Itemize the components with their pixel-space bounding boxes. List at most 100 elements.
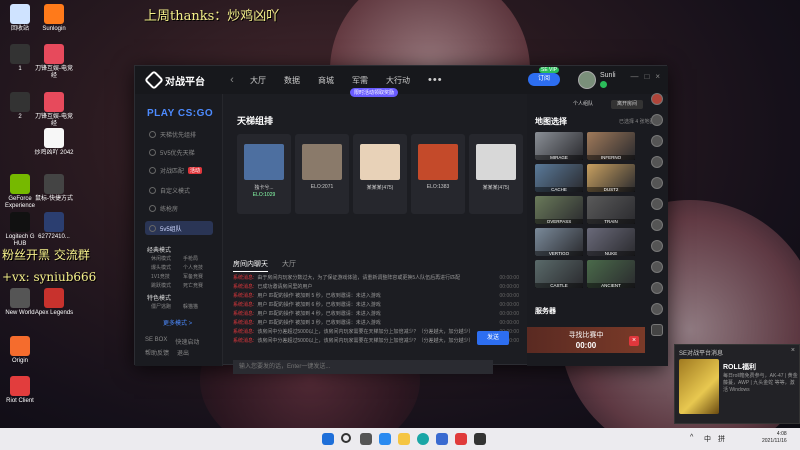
player-card[interactable]: 独卡兮... ELO:1029 [237,134,291,214]
close-icon[interactable]: × [791,347,795,354]
player-card[interactable]: 某某某(475) [353,134,407,214]
desktop-icon[interactable]: Origin [0,336,40,365]
se-box-button[interactable]: SE BOX [145,337,167,346]
friend-avatar[interactable] [651,135,663,147]
widgets-icon[interactable] [379,433,391,445]
more-modes-link[interactable]: 更多模式 > [163,318,192,327]
desktop-icon[interactable]: 刀锋互娱-电竞经 [34,92,74,128]
chat-input[interactable] [233,360,493,374]
tray-expand-icon[interactable]: ^ [690,434,693,441]
sidebar-item-5v5-team[interactable]: 5v5组队 [145,221,213,235]
friend-avatar[interactable] [651,303,663,315]
input-lang[interactable]: 中 [704,434,711,444]
search-icon[interactable] [341,433,351,443]
windows-start-icon[interactable] [322,433,334,445]
sidebar-item-match[interactable]: 对战匹配 活动 [145,163,213,177]
map-tile[interactable]: CACHE [535,164,583,192]
send-button[interactable]: 发送 [477,331,509,345]
tab-room-chat[interactable]: 房间内聊天 [233,259,268,272]
server-title[interactable]: 服务器 [535,306,556,316]
vip-subscribe-button[interactable]: 订阅 [528,73,560,86]
exit-button[interactable]: 退出 [177,348,189,357]
map-tile[interactable]: OVERPASS [535,196,583,224]
mode-icon [149,204,156,212]
leave-room-button[interactable]: 离开房间 [611,100,643,109]
help-button[interactable]: 帮助反馈 [145,348,169,357]
desktop-app-icon [10,174,30,194]
sidebar-item-practice[interactable]: 练枪房 [145,201,213,215]
friend-avatar[interactable] [651,240,663,252]
friend-avatar[interactable] [651,261,663,273]
friend-avatar[interactable] [651,177,663,189]
nav-more-icon[interactable]: ••• [419,74,452,86]
friend-avatar[interactable] [651,156,663,168]
mode-link[interactable]: 个人竞技 [183,264,215,271]
friend-avatar[interactable] [651,219,663,231]
minimize-icon[interactable]: — [630,72,638,81]
nav-tab-supply[interactable]: 军需 [343,75,377,86]
map-tile[interactable]: CASTLE [535,260,583,288]
toast-notification[interactable]: SE对战平台消息 × ROLL福利 每日roll箱免费参与，AK-47 | 黄金… [674,344,800,424]
map-tile[interactable]: INFERNO [587,132,635,160]
player-card[interactable]: ELO:2071 [295,134,349,214]
mode-link[interactable]: 1V1竞技 [151,273,183,280]
map-tile[interactable]: NUKE [587,228,635,256]
friend-avatar[interactable] [651,198,663,210]
clock[interactable]: 4:08 2021/11/16 [762,431,787,445]
sidebar-item-custom[interactable]: 自定义模式 [145,183,213,197]
nav-tab-lobby[interactable]: 大厅 [241,75,275,86]
desktop-icon[interactable]: 62772410... [34,212,74,241]
app-logo[interactable]: 对战平台 [135,66,223,94]
sidebar-item-5v5-ladder[interactable]: 5V5优先天梯 [145,145,213,159]
player-card[interactable]: ELO:1383 [411,134,465,214]
user-avatar[interactable] [578,71,596,89]
desktop-icon[interactable]: 刀锋互娱-电竞经 [34,44,74,80]
app-icon[interactable] [455,433,467,445]
desktop-icon[interactable]: Riot Client [0,376,40,405]
maximize-icon[interactable]: □ [644,72,649,81]
chat-bubble-icon[interactable] [651,324,663,336]
username[interactable]: Sunli [600,72,616,79]
player-card[interactable]: 某某某(475) [469,134,523,214]
desktop-icon[interactable]: Sunlogin [34,4,74,33]
mode-link[interactable]: 跳跃模式 [151,282,183,289]
mode-link[interactable]: 手枪局 [183,255,215,262]
desktop-icon-label: Riot Client [6,398,34,404]
game-title[interactable]: PLAY CS:GO [147,108,213,119]
chat-who: 系统消息: [233,320,255,326]
nav-tab-operation[interactable]: 大行动 [377,75,419,86]
map-tile[interactable]: TRAIN [587,196,635,224]
cancel-match-button[interactable]: × [629,336,639,346]
friend-avatar[interactable] [651,93,663,105]
mode-link[interactable]: 死亡竞赛 [183,282,215,289]
desktop-app-icon [44,212,64,232]
store-icon[interactable] [436,433,448,445]
desktop-icon[interactable]: 炒鸡凶吖 2042 [34,128,74,157]
edge-icon[interactable] [417,433,429,445]
friend-avatar[interactable] [651,282,663,294]
folder-icon[interactable] [398,433,410,445]
mode-link[interactable]: 躲猫猫 [183,303,215,310]
desktop-icon[interactable]: 鼠标-快捷方式 [34,174,74,203]
quick-launch-button[interactable]: 快速启动 [175,337,199,346]
sidebar-item-ladder-team[interactable]: 天梯优先组排 [145,127,213,141]
tab-lobby-chat[interactable]: 大厅 [282,259,296,272]
friend-avatar[interactable] [651,114,663,126]
mode-link[interactable]: 爆头模式 [151,264,183,271]
close-icon[interactable]: × [655,72,660,81]
se-platform-icon[interactable] [474,433,486,445]
nav-tab-store[interactable]: 商城 [309,75,343,86]
nav-tab-data[interactable]: 数据 [275,75,309,86]
personal-team-button[interactable]: 个人组队 [567,100,599,109]
mode-link[interactable]: 休闲模式 [151,255,183,262]
map-tile[interactable]: DUST2 [587,164,635,192]
mode-link[interactable]: 军备竞赛 [183,273,215,280]
back-arrow-icon[interactable]: ‹ [223,74,241,86]
map-tile[interactable]: ANCIENT [587,260,635,288]
task-view-icon[interactable] [360,433,372,445]
map-tile[interactable]: MIRAGE [535,132,583,160]
ime-indicator[interactable]: 拼 [718,434,725,444]
mode-link[interactable]: 僵尸逃跑 [151,303,183,310]
map-tile[interactable]: VERTIGO [535,228,583,256]
desktop-icon[interactable]: Apex Legends [34,288,74,317]
